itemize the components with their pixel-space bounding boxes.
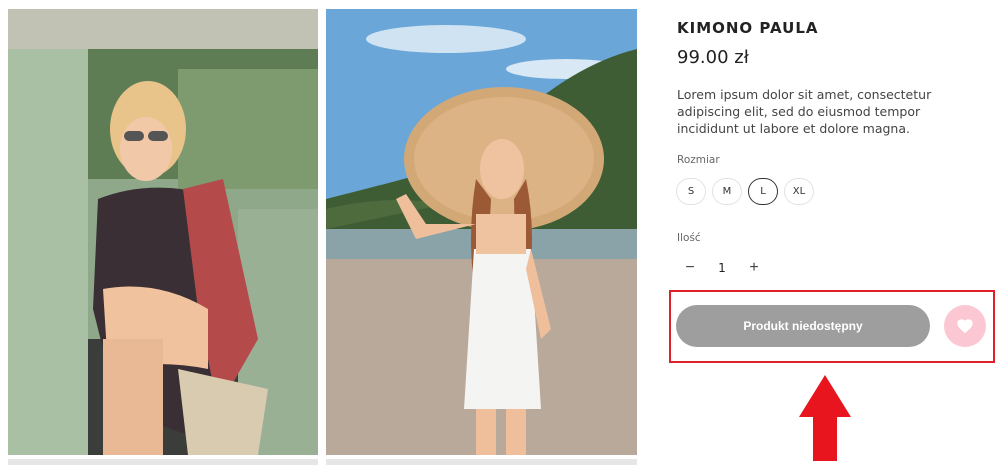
quantity-stepper: − 1 +	[680, 258, 764, 278]
product-image-1[interactable]	[8, 9, 318, 455]
size-option-m[interactable]: M	[712, 178, 742, 205]
quantity-value[interactable]: 1	[700, 261, 744, 275]
quantity-decrease-button[interactable]: −	[680, 258, 700, 278]
size-option-l[interactable]: L	[748, 178, 778, 205]
size-option-s[interactable]: S	[676, 178, 706, 205]
product-image-2[interactable]	[326, 9, 637, 455]
quantity-label: Ilość	[677, 232, 701, 244]
next-image-strip	[8, 459, 318, 465]
wishlist-button[interactable]	[944, 305, 986, 347]
size-option-xl[interactable]: XL	[784, 178, 814, 205]
quantity-increase-button[interactable]: +	[744, 258, 764, 278]
add-to-cart-button[interactable]: Produkt niedostępny	[676, 305, 930, 347]
kimono-van-photo	[8, 9, 318, 455]
product-description: Lorem ipsum dolor sit amet, consectetur …	[677, 87, 932, 136]
product-title: KIMONO PAULA	[677, 19, 819, 37]
next-image-strip	[326, 459, 637, 465]
product-price: 99.00 zł	[677, 47, 749, 68]
size-label: Rozmiar	[677, 154, 720, 166]
heart-icon	[957, 319, 973, 334]
red-arrow-annotation	[799, 375, 851, 461]
beach-hat-photo	[326, 9, 637, 455]
size-selector: S M L XL	[676, 178, 814, 205]
